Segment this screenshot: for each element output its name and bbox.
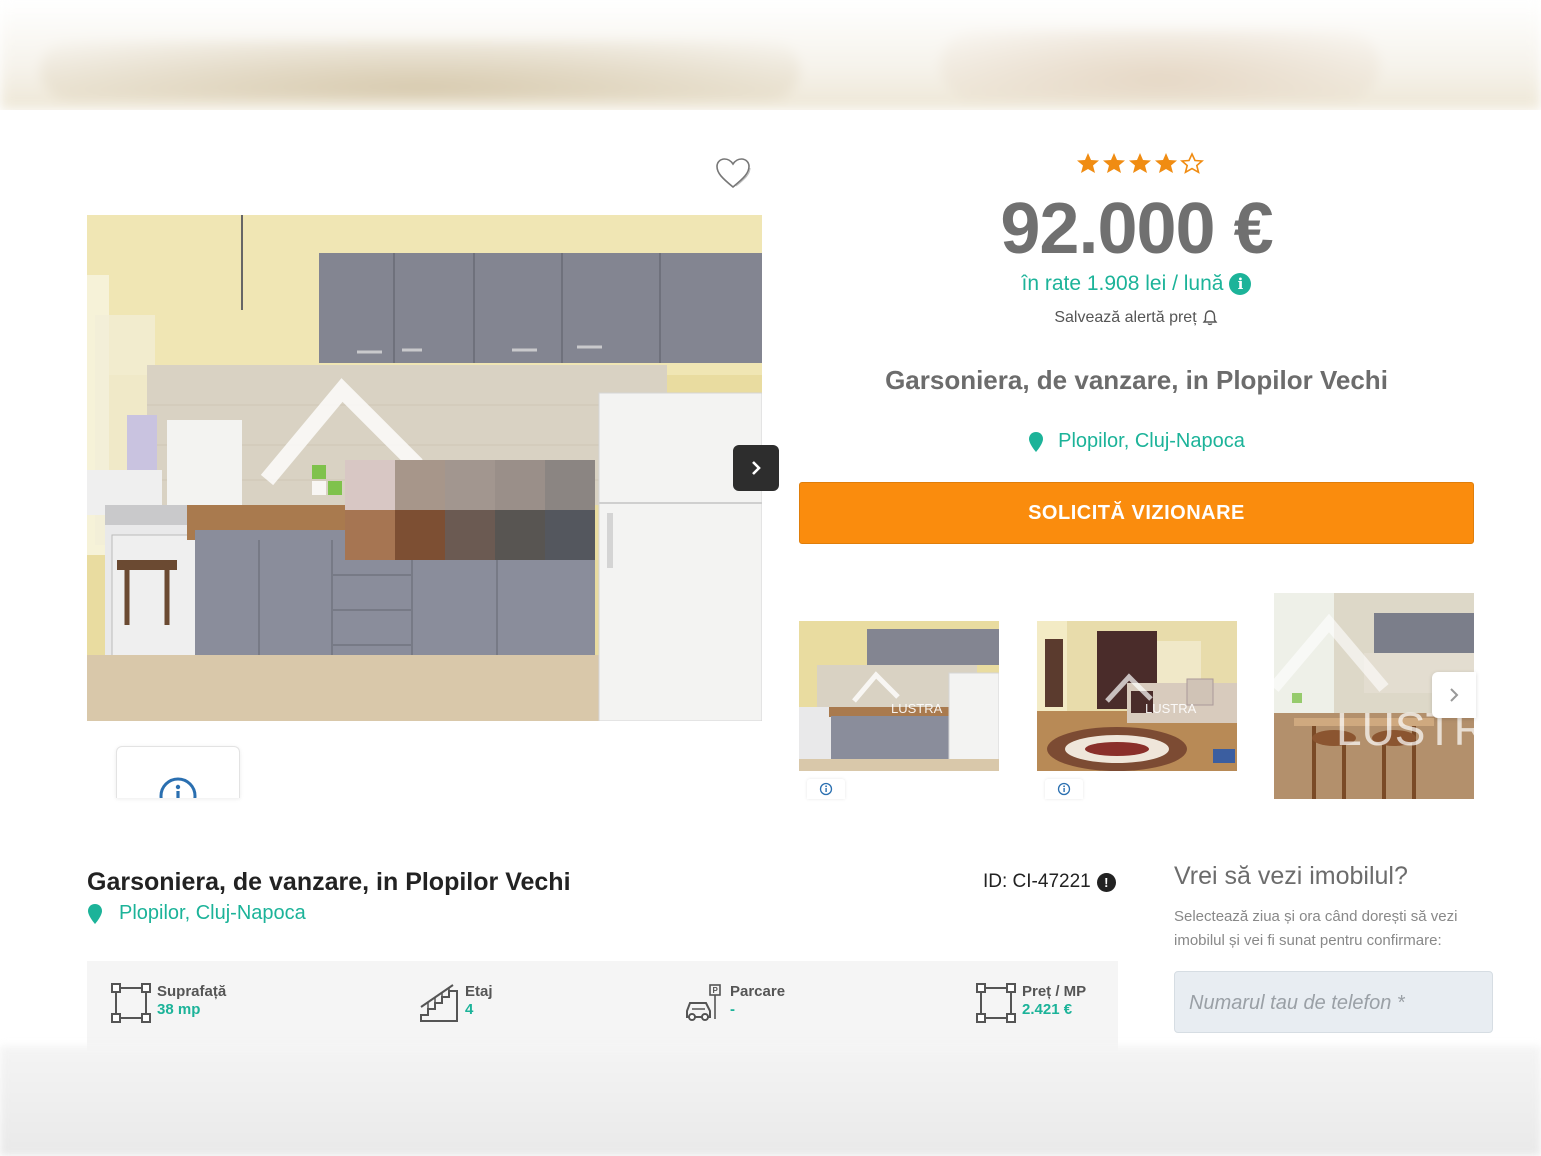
listing-id: ID: CI-47221 ! [983,871,1116,893]
feature-area: Suprafață 38 mp [111,983,226,1023]
listing-page: 92.000 € în rate 1.908 lei / lună i Salv… [0,110,1541,1051]
gallery-thumbnail-2[interactable]: LUSTRA [1037,621,1237,771]
watermark-text: LUSTRA [891,701,943,716]
thumbnails-next-button[interactable] [1432,672,1476,718]
main-listing-photo[interactable] [87,215,762,721]
star-filled-icon [1155,153,1177,173]
thumbnail-2-info-tab[interactable] [1045,779,1083,799]
watermark-text: LUSTRA [1145,701,1197,716]
feature-floor: Etaj 4 [419,983,493,1023]
pixelated-censor-block [345,460,595,560]
listing-price: 92.000 € [1000,189,1273,269]
listing-id-text: ID: CI-47221 [983,871,1091,892]
info-icon [159,777,197,798]
photo-info-tab[interactable] [116,746,240,798]
blurred-header-area [0,0,1541,110]
feature-price-per-sqm: Preț / MP 2.421 € [976,983,1086,1023]
chevron-right-icon [1450,688,1459,702]
star-filled-icon [1103,153,1125,173]
phone-input[interactable] [1174,971,1493,1033]
listing-title: Garsoniera, de vanzare, in Plopilor Vech… [87,868,571,896]
map-pin-icon [1029,431,1044,452]
thumbnail-1-info-tab[interactable] [807,779,845,799]
gallery-next-button[interactable] [733,445,779,491]
listing-location-small[interactable]: Plopilor, Cluj-Napoca [87,902,306,925]
price-alert-label: Salvează alertă preț [1054,309,1197,326]
contact-title: Vrei să vezi imobilul? [1174,862,1408,890]
feature-parking: P Parcare - [684,983,785,1023]
star-empty-icon [1180,152,1204,174]
star-filled-icon [1077,153,1099,173]
feature-value: 38 mp [157,1001,201,1018]
chevron-right-icon [752,461,761,475]
feature-label: Preț / MP [1022,983,1087,1000]
info-icon [819,782,833,796]
features-bar: Suprafață 38 mp Etaj 4 P Parcare - Preț / M… [87,961,1118,1051]
installment-info-icon[interactable]: i [1229,273,1252,295]
save-price-alert[interactable]: Salvează alertă preț [799,309,1474,327]
map-pin-icon [88,903,102,924]
feature-value: 4 [465,1001,474,1018]
listing-title-large: Garsoniera, de vanzare, in Plopilor Vech… [885,365,1388,395]
star-filled-icon [1129,153,1151,173]
area-icon [111,983,151,1023]
listing-location[interactable]: Plopilor, Cluj-Napoca [799,430,1474,453]
feature-value: 2.421 € [1022,1001,1073,1018]
feature-label: Parcare [730,983,786,1000]
feature-label: Etaj [465,983,493,1000]
installment-text: în rate 1.908 lei / lună [1021,272,1224,295]
gallery-thumbnail-1[interactable]: LUSTRA [799,621,999,771]
feature-label: Suprafață [157,983,227,1000]
exclamation-icon[interactable]: ! [1096,872,1116,892]
parking-icon: P [686,984,721,1021]
feature-value: - [730,1001,735,1018]
info-icon [1057,782,1071,796]
stairs-icon [420,984,458,1022]
area-icon [976,983,1016,1023]
rating-stars [1076,152,1204,174]
request-viewing-button[interactable]: SOLICITĂ VIZIONARE [799,482,1474,544]
bell-icon [1202,310,1218,326]
blurred-footer-area [0,1046,1541,1156]
installment-info: în rate 1.908 lei / lună i [799,272,1474,296]
location-text: Plopilor, Cluj-Napoca [119,902,306,924]
location-text: Plopilor, Cluj-Napoca [1058,430,1245,452]
favorite-heart-icon[interactable] [714,154,752,192]
contact-description: Selectează ziua și ora când dorești să v… [1174,908,1458,949]
svg-text:P: P [713,986,719,995]
